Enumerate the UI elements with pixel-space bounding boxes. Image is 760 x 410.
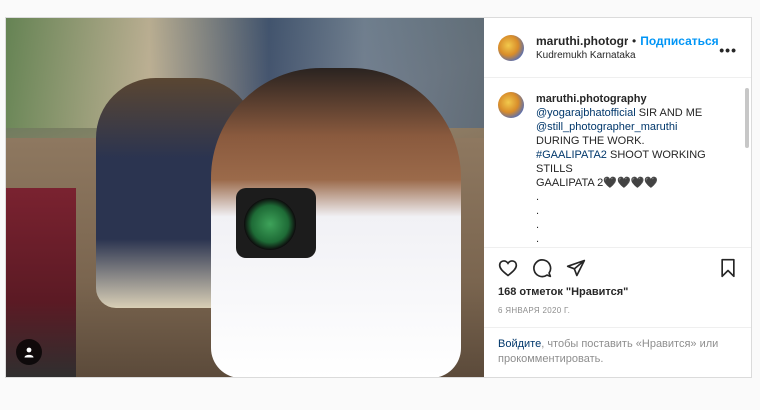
caption-text: . (536, 233, 540, 245)
share-icon[interactable] (566, 258, 586, 278)
follow-button[interactable]: Подписаться (640, 33, 718, 49)
caption-text: GAALIPATA 2🖤🖤🖤🖤 (536, 177, 659, 189)
heart-icon[interactable] (498, 258, 518, 278)
post-date[interactable]: 6 ЯНВАРЯ 2020 Г. (498, 306, 737, 315)
hashtag-link[interactable]: #GAALIPATA2 (536, 149, 607, 161)
more-icon[interactable]: ••• (719, 42, 737, 58)
caption-text: SHOOT WORKING (606, 149, 706, 161)
author-username[interactable]: maruthi.photograp (536, 33, 628, 49)
caption-comment: maruthi.photography @yogarajbhatofficial… (498, 92, 737, 246)
caption-scrollbar[interactable] (745, 88, 749, 148)
post-card: maruthi.photograp • Подписаться Kudremuk… (5, 17, 752, 378)
bookmark-icon[interactable] (719, 258, 737, 278)
login-link[interactable]: Войдите (498, 338, 541, 350)
post-header: maruthi.photograp • Подписаться Kudremuk… (484, 18, 751, 78)
caption-text: . (536, 191, 540, 203)
caption-username[interactable]: maruthi.photography (536, 92, 706, 106)
caption-text: STILLS (536, 163, 573, 175)
author-avatar[interactable] (498, 34, 524, 61)
user-tag-icon[interactable] (16, 339, 42, 365)
likes-count[interactable]: 168 отметок "Нравится" (498, 286, 737, 298)
caption-area: maruthi.photography @yogarajbhatofficial… (484, 78, 751, 247)
separator-dot: • (632, 33, 637, 48)
caption-text: DURING THE WORK. (536, 135, 645, 147)
login-prompt: Войдите, чтобы поставить «Нравится» или … (484, 327, 751, 377)
post-photo[interactable] (6, 18, 484, 377)
caption-text: . (536, 205, 540, 217)
post-actions: 168 отметок "Нравится" 6 ЯНВАРЯ 2020 Г. (484, 247, 751, 315)
post-location[interactable]: Kudremukh Karnataka (536, 49, 719, 63)
caption-text: SIR AND ME (635, 107, 703, 119)
comment-icon[interactable] (532, 258, 552, 278)
caption-avatar[interactable] (498, 92, 524, 118)
post-sidebar: maruthi.photograp • Подписаться Kudremuk… (484, 18, 751, 377)
caption-text: . (536, 219, 540, 231)
mention-link[interactable]: @still_photographer_maruthi (536, 121, 677, 133)
photo-camera-lens (244, 198, 296, 250)
mention-link[interactable]: @yogarajbhatofficial (536, 107, 636, 119)
